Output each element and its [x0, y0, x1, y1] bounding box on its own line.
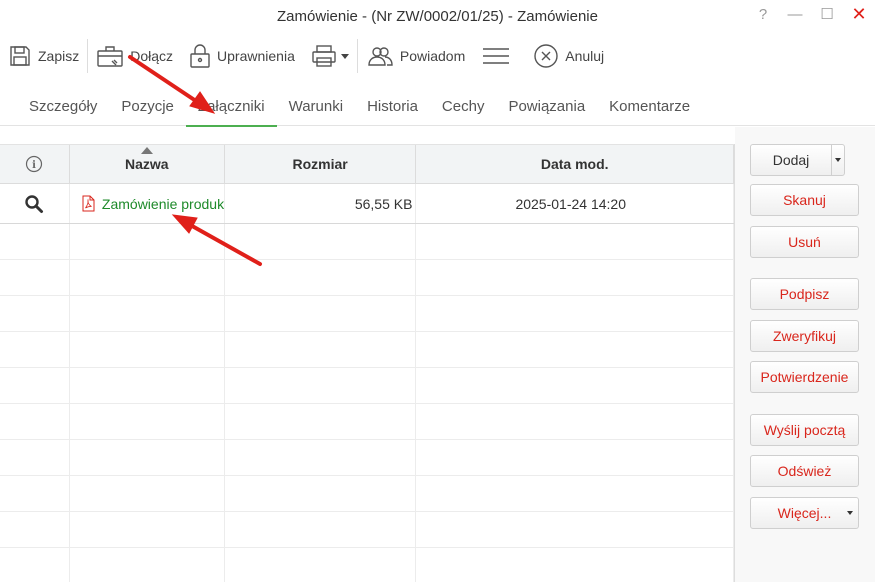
- print-button[interactable]: [303, 36, 357, 76]
- cancel-circle-icon: [534, 44, 558, 68]
- close-icon[interactable]: ✕: [843, 0, 875, 28]
- tab-pozycje[interactable]: Pozycje: [109, 88, 186, 126]
- hamburger-menu-icon: [483, 48, 510, 64]
- verify-label: Zweryfikuj: [772, 328, 836, 344]
- tab-warunki[interactable]: Warunki: [277, 88, 355, 126]
- table-row-empty: [0, 332, 734, 368]
- window-controls: ? — ☐ ✕: [747, 0, 875, 32]
- grid-header: i Nazwa Rozmiar Data mod.: [0, 144, 734, 184]
- more-label: Więcej...: [777, 505, 832, 521]
- notify-label: Powiadom: [399, 48, 466, 64]
- printer-icon: [312, 45, 336, 67]
- scan-label: Skanuj: [783, 192, 826, 208]
- confirmation-label: Potwierdzenie: [760, 369, 849, 385]
- permissions-button[interactable]: Uprawnienia: [181, 36, 303, 76]
- tab-komentarze[interactable]: Komentarze: [597, 88, 702, 126]
- send-mail-button[interactable]: Wyślij pocztą: [750, 414, 859, 446]
- notify-button[interactable]: Powiadom: [358, 36, 473, 76]
- column-header-date[interactable]: Data mod.: [416, 145, 734, 183]
- minimize-icon[interactable]: —: [779, 0, 811, 28]
- add-dropdown-toggle[interactable]: [831, 144, 845, 176]
- window-title: Zamówienie - (Nr ZW/0002/01/25) - Zamówi…: [277, 8, 598, 25]
- table-row-empty: [0, 548, 734, 582]
- users-icon: [368, 47, 393, 66]
- file-name-cell[interactable]: Zamówienie produk: [70, 184, 225, 223]
- file-name-link[interactable]: Zamówienie produk: [102, 196, 224, 212]
- table-row-empty: [0, 368, 734, 404]
- menu-button[interactable]: [473, 36, 525, 76]
- scan-button[interactable]: Skanuj: [750, 184, 859, 216]
- save-button[interactable]: Zapisz: [0, 36, 87, 76]
- tab-cechy[interactable]: Cechy: [430, 88, 497, 126]
- add-label: Dodaj: [772, 152, 810, 168]
- confirmation-button[interactable]: Potwierdzenie: [750, 361, 859, 393]
- table-row-empty: [0, 440, 734, 476]
- column-header-date-label: Data mod.: [540, 156, 609, 172]
- chevron-down-icon[interactable]: [340, 53, 349, 59]
- maximize-icon[interactable]: ☐: [811, 0, 843, 28]
- attach-button[interactable]: Dołącz: [88, 36, 181, 76]
- table-row-empty: [0, 476, 734, 512]
- verify-button[interactable]: Zweryfikuj: [750, 320, 859, 352]
- save-label: Zapisz: [38, 48, 80, 64]
- chevron-down-icon: [847, 511, 853, 515]
- delete-label: Usuń: [788, 234, 821, 250]
- refresh-button[interactable]: Odśwież: [750, 455, 859, 487]
- more-button[interactable]: Więcej...: [750, 497, 859, 529]
- cancel-button[interactable]: Anuluj: [525, 36, 612, 76]
- sign-button[interactable]: Podpisz: [750, 278, 859, 310]
- info-icon: i: [26, 155, 43, 173]
- floppy-disk-icon: [10, 46, 30, 66]
- chevron-down-icon: [835, 158, 841, 162]
- sort-ascending-icon: [140, 147, 153, 154]
- refresh-label: Odśwież: [777, 463, 832, 479]
- column-header-name[interactable]: Nazwa: [70, 145, 225, 183]
- column-header-size[interactable]: Rozmiar: [225, 145, 417, 183]
- title-bar: Zamówienie - (Nr ZW/0002/01/25) - Zamówi…: [0, 0, 875, 32]
- briefcase-attach-icon: [97, 46, 123, 67]
- tab-powiazania[interactable]: Powiązania: [496, 88, 597, 126]
- send-mail-label: Wyślij pocztą: [763, 422, 846, 438]
- attach-label: Dołącz: [130, 48, 174, 64]
- permissions-label: Uprawnienia: [217, 48, 295, 64]
- column-header-info[interactable]: i: [0, 145, 70, 183]
- table-row[interactable]: Zamówienie produk 56,55 KB 2025-01-24 14…: [0, 184, 734, 224]
- help-icon[interactable]: ?: [747, 0, 779, 28]
- info-glyph: i: [33, 160, 37, 171]
- cancel-label: Anuluj: [565, 48, 605, 64]
- magnifier-icon[interactable]: [24, 194, 44, 214]
- file-size-cell: 56,55 KB: [225, 184, 417, 223]
- table-row-empty: [0, 404, 734, 440]
- tab-szczegoly[interactable]: Szczegóły: [0, 88, 109, 126]
- file-date-cell: 2025-01-24 14:20: [416, 184, 734, 223]
- table-row-empty: [0, 260, 734, 296]
- tab-historia[interactable]: Historia: [355, 88, 430, 126]
- add-button[interactable]: Dodaj: [750, 144, 832, 176]
- column-header-size-label: Rozmiar: [292, 156, 348, 172]
- tab-bar: Szczegóły Pozycje Załączniki Warunki His…: [0, 88, 875, 127]
- action-panel: Dodaj Skanuj Usuń Podpisz Zweryfikuj Pot…: [735, 127, 875, 582]
- sign-label: Podpisz: [779, 286, 830, 302]
- pdf-file-icon: [82, 195, 95, 212]
- preview-cell[interactable]: [0, 184, 70, 223]
- column-header-name-label: Nazwa: [125, 156, 169, 172]
- lock-icon: [190, 44, 210, 68]
- attachments-grid: i Nazwa Rozmiar Data mod. Zamówienie pro…: [0, 144, 735, 582]
- delete-button[interactable]: Usuń: [750, 226, 859, 258]
- toolbar: Zapisz Dołącz Uprawnienia Powiadom Anulu…: [0, 36, 875, 76]
- table-row-empty: [0, 296, 734, 332]
- tab-zalaczniki[interactable]: Załączniki: [185, 88, 277, 127]
- table-row-empty: [0, 224, 734, 260]
- table-row-empty: [0, 512, 734, 548]
